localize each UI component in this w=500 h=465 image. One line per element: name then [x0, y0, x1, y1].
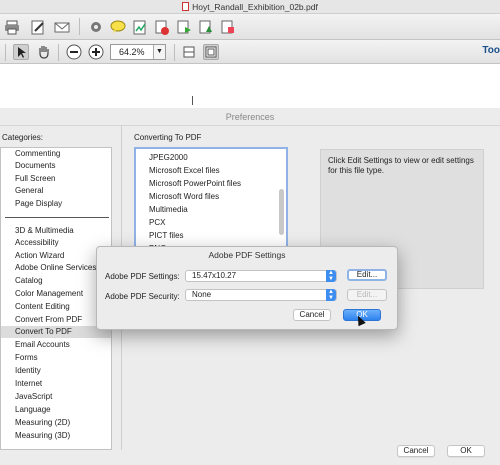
chevron-down-icon[interactable]: ▼	[153, 45, 165, 59]
file-type-item[interactable]: Microsoft Excel files	[149, 165, 220, 176]
document-area[interactable]	[0, 64, 500, 108]
navigation-toolbar: 64.2% ▼ Too	[0, 40, 500, 64]
category-item[interactable]: Convert From PDF	[15, 314, 82, 325]
zoom-in-icon[interactable]	[88, 44, 104, 60]
delete-page-icon[interactable]	[154, 19, 170, 35]
category-item[interactable]: Email Accounts	[15, 339, 70, 350]
category-item[interactable]: General	[15, 185, 43, 196]
text-cursor	[192, 96, 193, 105]
pdf-settings-label: Adobe PDF Settings:	[105, 272, 180, 281]
window-titlebar: Hoyt_Randall_Exhibition_02b.pdf	[0, 0, 500, 14]
hand-icon[interactable]	[36, 44, 52, 60]
sign-icon[interactable]	[132, 19, 148, 35]
category-item[interactable]: 3D & Multimedia	[15, 225, 74, 236]
email-icon[interactable]	[54, 19, 70, 35]
category-item[interactable]: Forms	[15, 352, 38, 363]
edit-icon[interactable]	[30, 19, 46, 35]
category-item[interactable]: Accessibility	[15, 237, 59, 248]
print-icon[interactable]	[4, 19, 20, 35]
file-type-item[interactable]: JPEG2000	[149, 152, 188, 163]
category-item[interactable]: Content Editing	[15, 301, 70, 312]
pdf-security-label: Adobe PDF Security:	[105, 292, 180, 301]
fit-page-icon[interactable]	[181, 44, 197, 60]
info-text: Click Edit Settings to view or edit sett…	[328, 156, 474, 175]
category-item[interactable]: Page Display	[15, 198, 62, 209]
adobe-pdf-settings-dialog: Adobe PDF Settings Adobe PDF Settings: 1…	[96, 246, 398, 330]
category-item[interactable]: Measuring (3D)	[15, 430, 70, 441]
category-item[interactable]: Language	[15, 404, 51, 415]
main-toolbar	[0, 14, 500, 40]
converting-label: Converting To PDF	[134, 133, 202, 142]
fit-width-icon[interactable]	[203, 44, 219, 60]
file-type-item[interactable]: Multimedia	[149, 204, 188, 215]
tools-pane-label[interactable]: Too	[482, 45, 500, 56]
category-item[interactable]: JavaScript	[15, 391, 52, 402]
file-type-item[interactable]: Microsoft PowerPoint files	[149, 178, 241, 189]
comment-icon[interactable]	[110, 19, 126, 35]
category-item[interactable]: Action Wizard	[15, 250, 64, 261]
preferences-title: Preferences	[0, 108, 500, 126]
category-item[interactable]: Adobe Online Services	[15, 262, 96, 273]
select-icon[interactable]	[13, 44, 29, 60]
category-item[interactable]: Internet	[15, 378, 42, 389]
zoom-out-icon[interactable]	[66, 44, 82, 60]
file-types-list[interactable]: JPEG2000 Microsoft Excel files Microsoft…	[134, 147, 288, 253]
window-title: Hoyt_Randall_Exhibition_02b.pdf	[192, 2, 318, 12]
category-item[interactable]: Commenting	[15, 148, 60, 159]
preferences-ok-button[interactable]: OK	[447, 445, 485, 457]
file-type-item[interactable]: PICT files	[149, 230, 184, 241]
share-icon[interactable]	[198, 19, 214, 35]
category-divider	[5, 217, 109, 218]
gear-icon[interactable]	[88, 19, 104, 35]
dialog-cancel-button[interactable]: Cancel	[293, 309, 331, 321]
pdf-settings-value: 15.47x10.27	[192, 271, 237, 280]
pdf-security-value: None	[192, 290, 212, 299]
file-type-item[interactable]: PCX	[149, 217, 165, 228]
pdf-file-icon	[182, 2, 190, 11]
edit-security-button[interactable]: Edit...	[347, 289, 387, 301]
pdf-settings-select[interactable]: 15.47x10.27 ▲ ▼	[185, 270, 337, 282]
file-types-scrollbar[interactable]	[279, 189, 284, 235]
stamp-icon[interactable]	[220, 19, 236, 35]
categories-label: Categories:	[2, 133, 43, 142]
pdf-security-select[interactable]: None ▲ ▼	[185, 289, 337, 301]
edit-settings-button[interactable]: Edit...	[347, 269, 387, 281]
category-item[interactable]: Documents	[15, 160, 55, 171]
category-item[interactable]: Catalog	[15, 275, 43, 286]
dialog-title: Adobe PDF Settings	[208, 250, 286, 260]
category-item[interactable]: Measuring (2D)	[15, 417, 70, 428]
category-item[interactable]: Identity	[15, 365, 41, 376]
zoom-value: 64.2%	[119, 47, 145, 57]
category-item[interactable]: Color Management	[15, 288, 83, 299]
preferences-cancel-button[interactable]: Cancel	[397, 445, 435, 457]
zoom-select[interactable]: 64.2% ▼	[110, 44, 166, 60]
category-item[interactable]: Full Screen	[15, 173, 55, 184]
chevron-updown-icon[interactable]: ▲ ▼	[326, 289, 336, 301]
file-type-item[interactable]: Microsoft Word files	[149, 191, 219, 202]
export-icon[interactable]	[176, 19, 192, 35]
category-item-selected[interactable]: Convert To PDF	[15, 326, 72, 337]
chevron-updown-icon[interactable]: ▲ ▼	[326, 270, 336, 282]
